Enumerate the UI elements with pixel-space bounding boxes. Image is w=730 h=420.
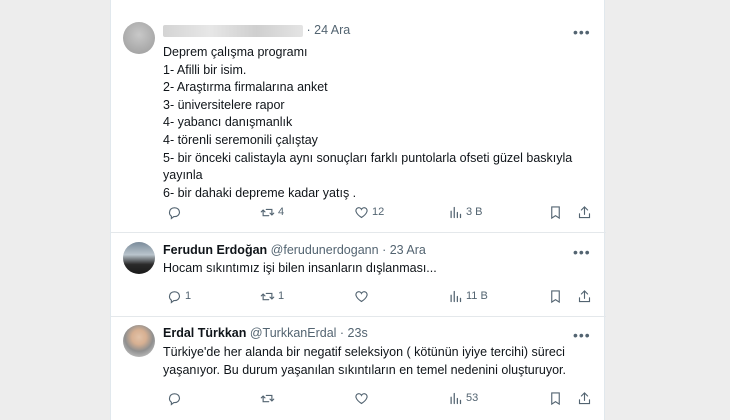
avatar[interactable] bbox=[123, 22, 155, 54]
tweet-actions: 1 1 11 B bbox=[111, 286, 606, 306]
like-button[interactable] bbox=[354, 286, 372, 306]
retweet-icon bbox=[260, 289, 275, 304]
tweet-actions: 4 12 3 B bbox=[111, 202, 606, 222]
author-handle[interactable]: @TurkkanErdal bbox=[250, 326, 337, 340]
tweet-1[interactable]: · 24 Ara ••• Deprem çalışma programı 1- … bbox=[111, 0, 606, 233]
tweet-actions: 53 bbox=[111, 388, 606, 408]
author-name[interactable]: Ferudun Erdoğan bbox=[163, 243, 267, 257]
tweet-line: 4- yabancı danışmanlık bbox=[163, 115, 293, 130]
tweet-line: 1- Afilli bir isim. bbox=[163, 62, 247, 77]
tweet-text: Deprem çalışma programı 1- Afilli bir is… bbox=[163, 44, 572, 202]
tweet-line: 4- törenli seremonili çalıştay bbox=[163, 132, 318, 147]
tweet-header: Ferudun Erdoğan @ferudunerdogann · 23 Ar… bbox=[163, 242, 426, 258]
reply-thread: · 24 Ara ••• Deprem çalışma programı 1- … bbox=[110, 0, 606, 420]
tweet-line: Hocam sıkıntımız işi bilen insanların dı… bbox=[163, 261, 437, 275]
retweet-icon bbox=[260, 205, 275, 220]
share-button[interactable] bbox=[577, 286, 592, 306]
author-name[interactable]: Erdal Türkkan bbox=[163, 326, 246, 340]
tweet-date[interactable]: · 24 Ara bbox=[306, 23, 350, 37]
views-icon bbox=[448, 289, 463, 304]
page-background-left bbox=[0, 0, 110, 420]
views-button[interactable]: 11 B bbox=[448, 286, 488, 306]
like-button[interactable]: 12 bbox=[354, 202, 384, 222]
avatar[interactable] bbox=[123, 242, 155, 274]
page-background-right bbox=[605, 0, 730, 420]
like-icon bbox=[354, 205, 369, 220]
reply-icon bbox=[167, 391, 182, 406]
retweet-button[interactable]: 4 bbox=[260, 202, 284, 222]
tweet-line: Deprem çalışma programı bbox=[163, 45, 308, 59]
tweet-date[interactable]: · 23 Ara bbox=[382, 243, 426, 257]
views-icon bbox=[448, 205, 463, 220]
reply-button[interactable] bbox=[167, 388, 185, 408]
retweet-button[interactable]: 1 bbox=[260, 286, 284, 306]
like-icon bbox=[354, 391, 369, 406]
more-icon[interactable]: ••• bbox=[573, 245, 591, 259]
views-button[interactable]: 3 B bbox=[448, 202, 483, 222]
more-icon[interactable]: ••• bbox=[573, 25, 591, 39]
tweet-text: Hocam sıkıntımız işi bilen insanların dı… bbox=[163, 260, 437, 278]
reply-icon bbox=[167, 289, 182, 304]
views-count: 3 B bbox=[466, 206, 483, 218]
tweet-line: yaşanıyor. Bu durum yaşanılan sıkıntılar… bbox=[163, 362, 567, 377]
tweet-header: · 24 Ara bbox=[163, 22, 350, 38]
views-count: 11 B bbox=[466, 290, 488, 302]
share-icon bbox=[577, 391, 592, 406]
like-button[interactable] bbox=[354, 388, 372, 408]
share-button[interactable] bbox=[577, 388, 592, 408]
share-icon bbox=[577, 205, 592, 220]
tweet-3[interactable]: Erdal Türkkan @TurkkanErdal · 23s ••• Tü… bbox=[111, 317, 606, 420]
bookmark-icon bbox=[548, 391, 563, 406]
tweet-date[interactable]: · 23s bbox=[340, 326, 368, 340]
author-handle[interactable]: @ferudunerdogann bbox=[271, 243, 379, 257]
bookmark-button[interactable] bbox=[548, 388, 563, 408]
retweet-button[interactable] bbox=[260, 388, 278, 408]
tweet-line: 6- bir dahaki depreme kadar yatış . bbox=[163, 185, 357, 200]
views-count: 53 bbox=[466, 392, 479, 404]
retweet-count: 4 bbox=[278, 206, 285, 218]
tweet-text: Türkiye'de her alanda bir negatif seleks… bbox=[163, 344, 566, 379]
tweet-line: 2- Araştırma firmalarına anket bbox=[163, 80, 328, 95]
bookmark-button[interactable] bbox=[548, 202, 563, 222]
tweet-line: 5- bir önceki calistayla aynı sonuçları … bbox=[163, 150, 573, 165]
bookmark-button[interactable] bbox=[548, 286, 563, 306]
views-button[interactable]: 53 bbox=[448, 388, 478, 408]
share-button[interactable] bbox=[577, 202, 592, 222]
tweet-2[interactable]: Ferudun Erdoğan @ferudunerdogann · 23 Ar… bbox=[111, 233, 606, 317]
tweet-line: 3- üniversitelere rapor bbox=[163, 97, 285, 112]
tweet-line: yayınla bbox=[163, 168, 203, 183]
tweet-line: Türkiye'de her alanda bir negatif seleks… bbox=[163, 345, 565, 359]
bookmark-icon bbox=[548, 289, 563, 304]
more-icon[interactable]: ••• bbox=[573, 328, 591, 342]
share-icon bbox=[577, 289, 592, 304]
bookmark-icon bbox=[548, 205, 563, 220]
reply-button[interactable] bbox=[167, 202, 185, 222]
like-count: 12 bbox=[372, 206, 385, 218]
retweet-count: 1 bbox=[278, 290, 285, 302]
tweet-header: Erdal Türkkan @TurkkanErdal · 23s bbox=[163, 325, 368, 341]
like-icon bbox=[354, 289, 369, 304]
views-icon bbox=[448, 391, 463, 406]
retweet-icon bbox=[260, 391, 275, 406]
reply-count: 1 bbox=[185, 290, 192, 302]
redacted-author bbox=[163, 24, 303, 37]
avatar[interactable] bbox=[123, 325, 155, 357]
reply-button[interactable]: 1 bbox=[167, 286, 191, 306]
reply-icon bbox=[167, 205, 182, 220]
